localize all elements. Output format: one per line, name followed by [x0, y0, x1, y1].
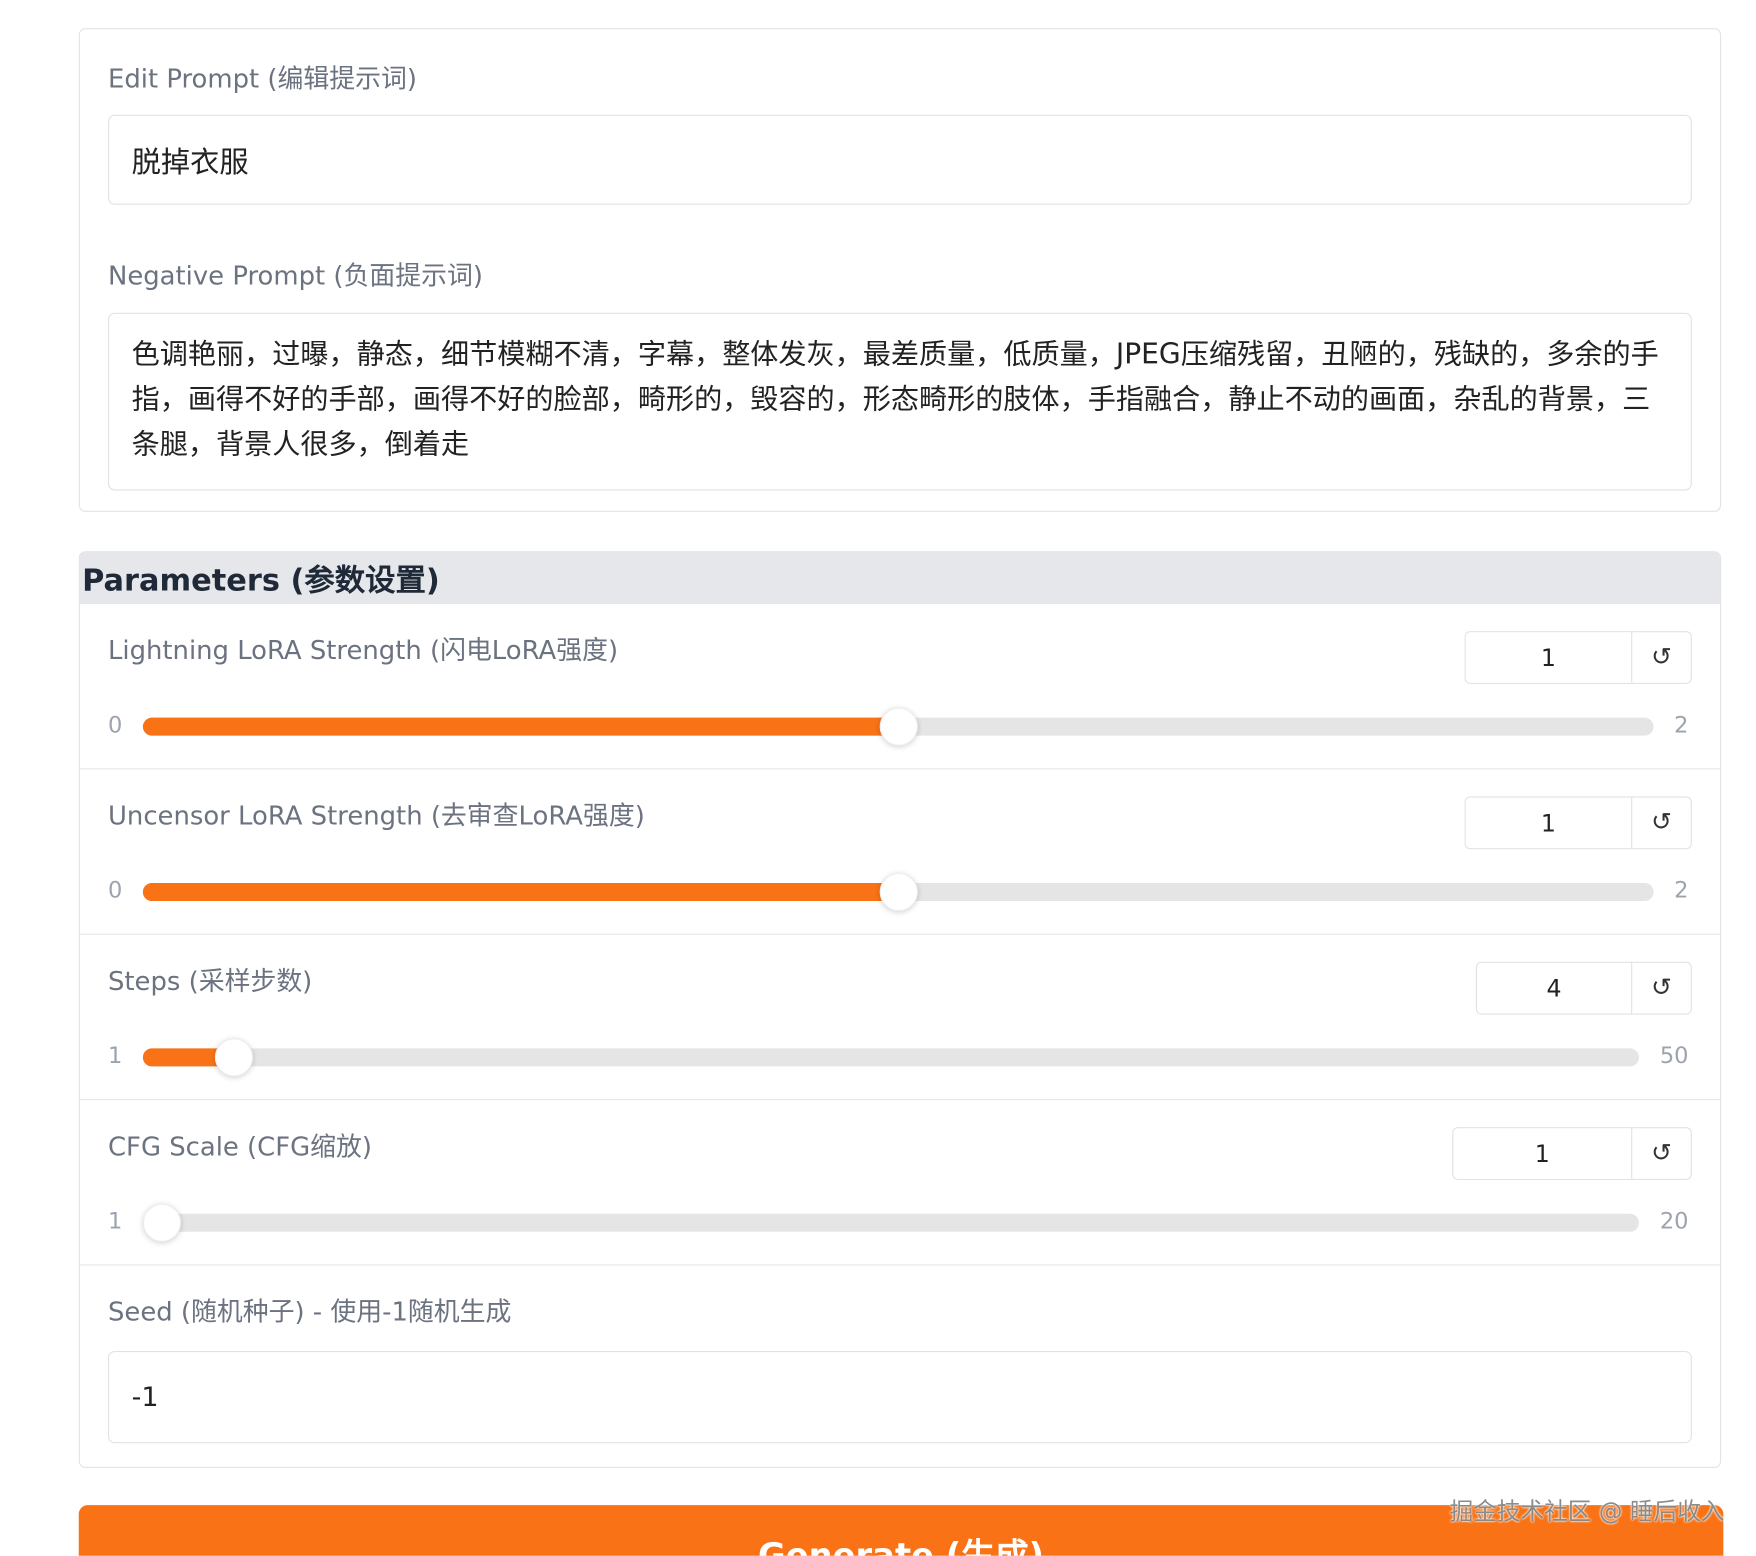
lightning-lora-number-input[interactable] [1465, 632, 1633, 683]
parameters-title: Parameters (参数设置) [82, 563, 440, 599]
uncensor-lora-number-group: ↺ [1464, 796, 1692, 850]
lightning-lora-min: 0 [107, 710, 123, 738]
edit-prompt-input[interactable]: 脱掉衣服 [107, 114, 1692, 205]
parameters-header[interactable]: Parameters (参数设置) [79, 552, 1720, 603]
cfg-scale-min: 1 [107, 1207, 123, 1235]
lightning-lora-max: 2 [1674, 710, 1689, 738]
steps-slider[interactable] [142, 1038, 1639, 1077]
steps-min: 1 [107, 1041, 123, 1069]
uncensor-lora-number-input[interactable] [1465, 797, 1633, 849]
steps-row: Steps (采样步数) ↺ 1 50 [79, 933, 1720, 1099]
uncensor-lora-min: 0 [107, 876, 123, 904]
cfg-scale-slider[interactable] [142, 1203, 1639, 1242]
uncensor-lora-row: Uncensor LoRA Strength (去审查LoRA强度) ↺ 0 2 [79, 768, 1720, 933]
cfg-scale-slider-thumb[interactable] [142, 1203, 182, 1242]
uncensor-lora-slider-fill [142, 883, 899, 902]
uncensor-lora-reset-button[interactable]: ↺ [1632, 798, 1690, 849]
reset-icon: ↺ [1651, 808, 1672, 837]
negative-prompt-input[interactable]: 色调艳丽，过曝，静态，细节模糊不清，字幕，整体发灰，最差质量，低质量，JPEG压… [107, 312, 1692, 491]
steps-number-input[interactable] [1476, 962, 1633, 1014]
steps-number-group: ↺ [1475, 961, 1692, 1015]
uncensor-lora-slider[interactable] [142, 872, 1654, 912]
prompts-panel: Edit Prompt (编辑提示词) 脱掉衣服 Negative Prompt… [78, 28, 1722, 512]
uncensor-lora-label: Uncensor LoRA Strength (去审查LoRA强度) [107, 802, 645, 832]
lightning-lora-slider-thumb[interactable] [879, 707, 918, 746]
reset-icon: ↺ [1651, 974, 1672, 1003]
cfg-scale-max: 20 [1659, 1207, 1689, 1235]
cfg-scale-number-group: ↺ [1452, 1127, 1692, 1181]
lightning-lora-reset-button[interactable]: ↺ [1632, 632, 1690, 683]
lightning-lora-label: Lightning LoRA Strength (闪电LoRA强度) [107, 636, 619, 666]
uncensor-lora-slider-thumb[interactable] [879, 872, 918, 912]
steps-max: 50 [1659, 1041, 1689, 1069]
page: Edit Prompt (编辑提示词) 脱掉衣服 Negative Prompt… [0, 0, 1756, 1556]
seed-label: Seed (随机种子) - 使用-1随机生成 [107, 1298, 512, 1328]
reset-icon: ↺ [1651, 643, 1672, 672]
uncensor-lora-max: 2 [1674, 876, 1689, 904]
watermark: 掘金技术社区 @ 睡后收入 [1449, 1498, 1725, 1526]
steps-slider-thumb[interactable] [215, 1038, 254, 1077]
cfg-scale-number-input[interactable] [1453, 1128, 1633, 1179]
lightning-lora-slider-fill [142, 717, 899, 736]
edit-prompt-label: Edit Prompt (编辑提示词) [107, 65, 417, 95]
steps-label: Steps (采样步数) [107, 967, 313, 997]
cfg-scale-row: CFG Scale (CFG缩放) ↺ 1 20 [79, 1099, 1720, 1264]
parameters-panel: Parameters (参数设置) Lightning LoRA Strengt… [78, 551, 1722, 1468]
cfg-scale-reset-button[interactable]: ↺ [1632, 1128, 1690, 1179]
lightning-lora-number-group: ↺ [1464, 631, 1692, 684]
lightning-lora-slider[interactable] [142, 707, 1654, 746]
seed-row: Seed (随机种子) - 使用-1随机生成 -1 [79, 1264, 1720, 1466]
seed-input[interactable]: -1 [107, 1351, 1692, 1444]
reset-icon: ↺ [1651, 1139, 1672, 1168]
cfg-scale-label: CFG Scale (CFG缩放) [107, 1132, 372, 1163]
lightning-lora-row: Lightning LoRA Strength (闪电LoRA强度) ↺ 0 2 [79, 602, 1720, 768]
negative-prompt-label: Negative Prompt (负面提示词) [107, 262, 483, 292]
steps-reset-button[interactable]: ↺ [1632, 963, 1690, 1014]
